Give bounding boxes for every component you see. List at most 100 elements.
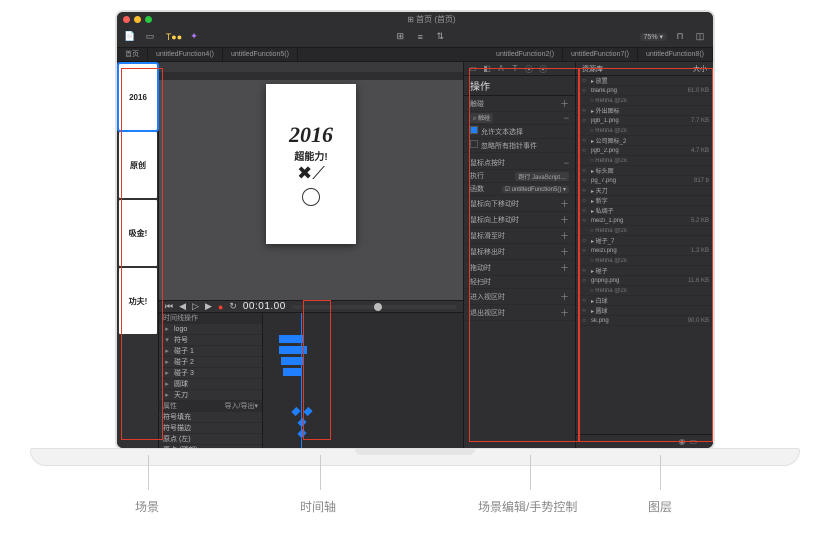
symbol-tool-icon[interactable]: ✦ xyxy=(187,30,201,44)
layer-row[interactable]: ○sk.png90.0 KB xyxy=(576,316,713,326)
ops-section: 触碰＋ xyxy=(464,96,575,112)
close-icon[interactable] xyxy=(123,16,130,23)
event-row[interactable]: 鼠标移出时＋ xyxy=(464,244,575,260)
step-back-icon[interactable]: ◀ xyxy=(179,301,186,312)
scene-thumb[interactable]: 功夫! xyxy=(119,268,157,334)
layer-row[interactable]: ○meizi_1.png5.2 KB xyxy=(576,216,713,226)
scene-label: 功夫! xyxy=(129,296,148,307)
layer-list[interactable]: ○▸ 放置○blank.png61.0 KB ○ Retina @2x ○▸ 外出图… xyxy=(576,76,713,434)
layer-row[interactable]: ○▸ 白球 xyxy=(576,296,713,306)
layer-sub: ○ Retina @2x xyxy=(576,256,713,266)
ops-title: 操作 xyxy=(464,76,575,96)
layer-row[interactable]: ○pg_7.png817 b xyxy=(576,176,713,186)
tab-home[interactable]: 首页 xyxy=(117,48,148,61)
jump-start-icon[interactable]: ⏮ xyxy=(165,301,173,312)
file-icon[interactable]: 📄 xyxy=(123,30,137,44)
layers-panel: 资源库大小 ○▸ 放置○blank.png61.0 KB○ Retina @2x… xyxy=(576,62,713,448)
more-icon[interactable]: ⋯ xyxy=(701,437,709,446)
physics-icon[interactable]: ⦿ xyxy=(538,64,548,74)
tab-fn7[interactable]: untitledFunction7() xyxy=(563,48,638,61)
layer-row[interactable]: ○▸ 碰子_7 xyxy=(576,236,713,246)
tab-fn8[interactable]: untitledFunction8() xyxy=(638,48,713,61)
layer-row[interactable]: ○jigb_1.png7.7 KB xyxy=(576,116,713,126)
tracks-header: 时间线操作 xyxy=(159,313,262,324)
minimize-icon[interactable] xyxy=(134,16,141,23)
layer-row[interactable]: ○▸ 碰子 xyxy=(576,266,713,276)
layer-row[interactable]: ○gnpng.png11.6 KB xyxy=(576,276,713,286)
callout-line xyxy=(660,455,661,490)
layer-row[interactable]: ○▸ 标头图 xyxy=(576,166,713,176)
tab-fn2[interactable]: untitledFunction2() xyxy=(488,48,563,61)
loop-icon[interactable]: ↻ xyxy=(229,301,237,312)
event-row[interactable]: 进入视区时＋ xyxy=(464,289,575,305)
visibility-icon[interactable]: ◉ xyxy=(678,437,685,446)
type-icon[interactable]: A xyxy=(496,64,506,74)
align-icon[interactable]: ≡ xyxy=(413,30,427,44)
tab-fn5[interactable]: untitledFunction5() xyxy=(223,48,298,61)
text-icon[interactable]: T xyxy=(510,64,520,74)
event-row[interactable]: 鼠标滑至时＋ xyxy=(464,228,575,244)
cb-text-select[interactable]: 允许文本选择 xyxy=(464,125,575,139)
layout-icon[interactable]: ▭ xyxy=(143,30,157,44)
ops-panel: ▭ ◧ A T ⦿ ⦿ 操作 触碰＋ ⌕ 触碰− 允许文本选择 忽略所有指针事件… xyxy=(464,62,576,448)
canvas[interactable]: 2016 超能力! ✖︎⟋ xyxy=(159,80,463,300)
callout-label-scene: 场景 xyxy=(135,498,159,515)
play-icon[interactable]: ▷ xyxy=(192,301,199,312)
layer-row[interactable]: ○blank.png61.0 KB xyxy=(576,86,713,96)
track-row[interactable]: ▸天刀 xyxy=(159,390,262,401)
zoom-select[interactable]: 75% ▾ xyxy=(640,33,667,41)
group-icon[interactable]: ⊞ xyxy=(393,30,407,44)
layer-row[interactable]: ○▸ 新字 xyxy=(576,196,713,206)
event-row[interactable]: 轻扫时 xyxy=(464,276,575,289)
track-row[interactable]: ▾符号 xyxy=(159,335,262,346)
new-layer-icon[interactable]: ▭ xyxy=(689,437,697,446)
layer-row[interactable]: ○▸ 公司图标_2 xyxy=(576,136,713,146)
callout-label-timeline: 时间轴 xyxy=(300,498,336,515)
action-select[interactable]: 执行跑行 JavaScript… xyxy=(464,170,575,183)
step-fwd-icon[interactable]: ▶ xyxy=(205,301,212,312)
align-select-icon[interactable]: ⊓ xyxy=(673,30,687,44)
window-title: ⊞ 首页 (首页) xyxy=(156,14,707,25)
event-row[interactable]: 拖动时＋ xyxy=(464,260,575,276)
track-row[interactable]: ▸碰子 3 xyxy=(159,368,262,379)
rect-icon[interactable]: ▭ xyxy=(468,64,478,74)
prop-row[interactable]: 符号填充 xyxy=(159,412,262,423)
layer-row[interactable]: ○▸ 私绸子 xyxy=(576,206,713,216)
scene-thumb[interactable]: 吸金! xyxy=(119,200,157,266)
fn-select[interactable]: 函数☑ untitledFunction5() ▾ xyxy=(464,183,575,196)
prop-row[interactable]: 原点 (左) xyxy=(159,434,262,445)
track-row[interactable]: ▸圆球 xyxy=(159,379,262,390)
library-icon[interactable]: ◫ xyxy=(693,30,707,44)
ops-section-click: 鼠标点按时− xyxy=(464,157,575,170)
text-tool-icon[interactable]: T●● xyxy=(167,30,181,44)
add-icon[interactable]: ＋ xyxy=(560,97,569,110)
zoom-icon[interactable] xyxy=(145,16,152,23)
layer-row[interactable]: ○▸ 圆球 xyxy=(576,306,713,316)
layer-row[interactable]: ○meizi.png1.3 KB xyxy=(576,246,713,256)
event-row[interactable]: 退出视区时＋ xyxy=(464,305,575,321)
record-icon[interactable]: ● xyxy=(218,302,223,312)
track-row[interactable]: ▸碰子 2 xyxy=(159,357,262,368)
layer-sub: ○ Retina @2x xyxy=(576,126,713,136)
event-row[interactable]: 鼠标向上移动时＋ xyxy=(464,212,575,228)
track-list[interactable]: 时间线操作 ▸logo ▾符号 ▸碰子 1 ▸碰子 2 ▸碰子 3 ▸圆球 ▸天… xyxy=(159,313,263,448)
scene-thumb[interactable]: 原创 xyxy=(119,132,157,198)
layer-row[interactable]: ○jigb_2.png4.7 KB xyxy=(576,146,713,156)
scene-thumb[interactable]: 2016 xyxy=(119,64,157,130)
cb-ignore-pointer[interactable]: 忽略所有指针事件 xyxy=(464,139,575,153)
track-area[interactable] xyxy=(263,313,463,448)
layer-row[interactable]: ○▸ 外出图标 xyxy=(576,106,713,116)
layer-sub: ○ Retina @2x xyxy=(576,286,713,296)
event-row[interactable]: 鼠标向下移动时＋ xyxy=(464,196,575,212)
track-row[interactable]: ▸碰子 1 xyxy=(159,346,262,357)
mouse-icon[interactable]: ⦿ xyxy=(524,64,534,74)
layer-row[interactable]: ○▸ 放置 xyxy=(576,76,713,86)
track-row[interactable]: ▸logo xyxy=(159,324,262,335)
prop-row[interactable]: 符号描边 xyxy=(159,423,262,434)
metrics-icon[interactable]: ◧ xyxy=(482,64,492,74)
tab-fn4[interactable]: untitledFunction4() xyxy=(148,48,223,61)
artboard[interactable]: 2016 超能力! ✖︎⟋ xyxy=(266,84,356,244)
ops-touch-btn[interactable]: ⌕ 触碰− xyxy=(464,112,575,125)
order-icon[interactable]: ⇅ xyxy=(433,30,447,44)
layer-row[interactable]: ○▸ 天刀 xyxy=(576,186,713,196)
